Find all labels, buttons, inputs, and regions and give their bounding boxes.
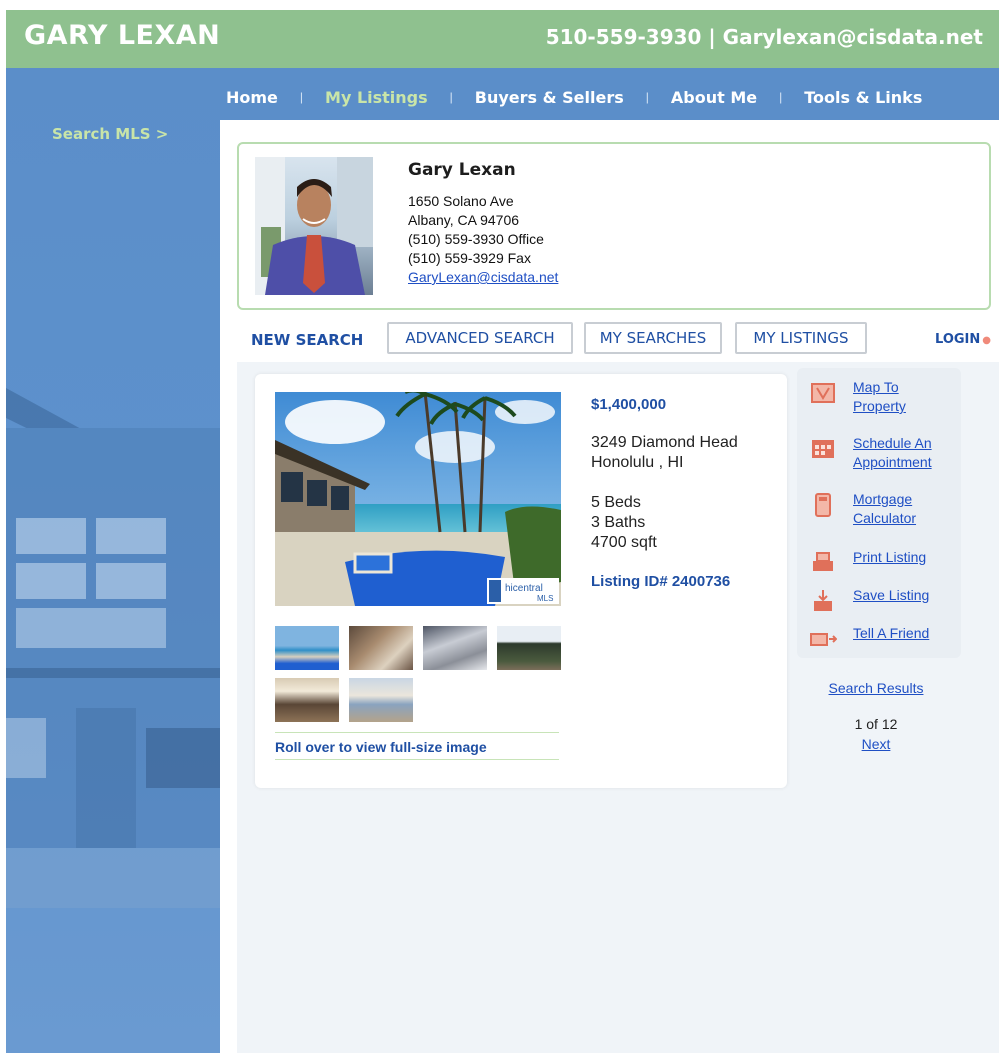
- tab-advanced-search[interactable]: ADVANCED SEARCH: [387, 322, 573, 354]
- listing-details: $1,400,000 3249 Diamond Head Honolulu , …: [591, 396, 781, 590]
- left-sidebar: Search MLS >: [6, 68, 220, 1053]
- thumbnail-5[interactable]: [275, 678, 339, 722]
- page-frame: GARY LEXAN 510-559-3930 | Garylexan@cisd…: [6, 10, 999, 1053]
- agent-card: Gary Lexan 1650 Solano Ave Albany, CA 94…: [237, 142, 991, 310]
- tab-my-listings[interactable]: MY LISTINGS: [735, 322, 867, 354]
- schedule-appointment-link[interactable]: Schedule An Appointment: [853, 434, 963, 472]
- tell-a-friend-link[interactable]: Tell A Friend: [853, 624, 963, 643]
- thumbnail-4[interactable]: [497, 626, 561, 670]
- search-tabs: NEW SEARCH ADVANCED SEARCH MY SEARCHES M…: [237, 322, 997, 356]
- tab-new-search[interactable]: NEW SEARCH: [251, 331, 363, 349]
- agent-fax: (510) 559-3929 Fax: [408, 250, 531, 266]
- site-header: GARY LEXAN 510-559-3930 | Garylexan@cisd…: [6, 10, 999, 68]
- site-title: GARY LEXAN: [24, 20, 221, 51]
- search-mls-link[interactable]: Search MLS >: [52, 125, 168, 143]
- thumbnail-1[interactable]: [275, 626, 339, 670]
- nav-separator: |: [645, 90, 649, 104]
- search-results-link[interactable]: Search Results: [821, 680, 931, 696]
- agent-email-link[interactable]: GaryLexan@cisdata.net: [408, 269, 558, 285]
- login-label: LOGIN: [935, 332, 981, 347]
- listing-baths: 3 Baths: [591, 514, 646, 531]
- roll-over-hint: Roll over to view full-size image: [275, 732, 559, 760]
- mortgage-calculator-link[interactable]: Mortgage Calculator: [853, 490, 963, 528]
- print-listing-link[interactable]: Print Listing: [853, 548, 963, 567]
- save-icon: [814, 590, 832, 611]
- listing-main-photo[interactable]: hicentral MLS: [275, 392, 561, 606]
- agent-office-phone: (510) 559-3930 Office: [408, 231, 544, 247]
- next-link[interactable]: Next: [862, 736, 891, 752]
- listing-beds: 5 Beds: [591, 494, 641, 511]
- header-contact: 510-559-3930 | Garylexan@cisdata.net: [545, 25, 983, 49]
- nav-my-listings[interactable]: My Listings: [325, 88, 428, 107]
- results-pager: 1 of 12 Next: [821, 714, 931, 754]
- thumbnail-6[interactable]: [349, 678, 413, 722]
- house-background-illustration: [6, 388, 220, 908]
- results-count: 1 of 12: [854, 716, 898, 732]
- nav-home[interactable]: Home: [226, 88, 278, 107]
- listing-price: $1,400,000: [591, 396, 667, 413]
- main-content: Gary Lexan 1650 Solano Ave Albany, CA 94…: [220, 120, 999, 1053]
- map-icon: [811, 383, 835, 403]
- listing-tools: Map ToProperty Schedule AnAppointment: [797, 368, 961, 658]
- nav-about-me[interactable]: About Me: [671, 88, 757, 107]
- listing-id: Listing ID# 2400736: [591, 573, 731, 590]
- login-link[interactable]: LOGIN ●: [935, 332, 991, 347]
- listing-sqft: 4700 sqft: [591, 534, 657, 551]
- nav-separator: |: [299, 90, 304, 104]
- mls-watermark-text: hicentral: [505, 583, 543, 594]
- calculator-icon: [815, 493, 831, 517]
- agent-address-line1: 1650 Solano Ave: [408, 193, 514, 209]
- agent-name: Gary Lexan: [408, 160, 516, 180]
- listing-card: hicentral MLS Roll over to view full-siz…: [255, 374, 787, 788]
- main-nav: Home | My Listings | Buyers & Sellers | About …: [220, 68, 999, 120]
- thumbnail-2[interactable]: [349, 626, 413, 670]
- thumbnail-3[interactable]: [423, 626, 487, 670]
- map-to-property-link[interactable]: Map To Property: [853, 378, 963, 416]
- agent-address-line2: Albany, CA 94706: [408, 212, 520, 228]
- nav-buyers-sellers[interactable]: Buyers & Sellers: [475, 88, 624, 107]
- listing-city: Honolulu , HI: [591, 454, 684, 471]
- listing-street: 3249 Diamond Head: [591, 434, 738, 451]
- mls-watermark-subtext: MLS: [537, 594, 553, 603]
- email-friend-icon: [810, 633, 837, 646]
- nav-separator: |: [779, 90, 783, 104]
- nav-tools-links[interactable]: Tools & Links: [804, 88, 922, 107]
- save-listing-link[interactable]: Save Listing: [853, 586, 963, 605]
- listing-area: hicentral MLS Roll over to view full-siz…: [237, 362, 999, 1053]
- calendar-icon: [812, 440, 834, 458]
- login-arrow-icon: ●: [982, 335, 991, 346]
- printer-icon: [813, 552, 833, 571]
- tab-my-searches[interactable]: MY SEARCHES: [584, 322, 722, 354]
- agent-photo: [255, 157, 373, 295]
- nav-separator: |: [449, 90, 453, 104]
